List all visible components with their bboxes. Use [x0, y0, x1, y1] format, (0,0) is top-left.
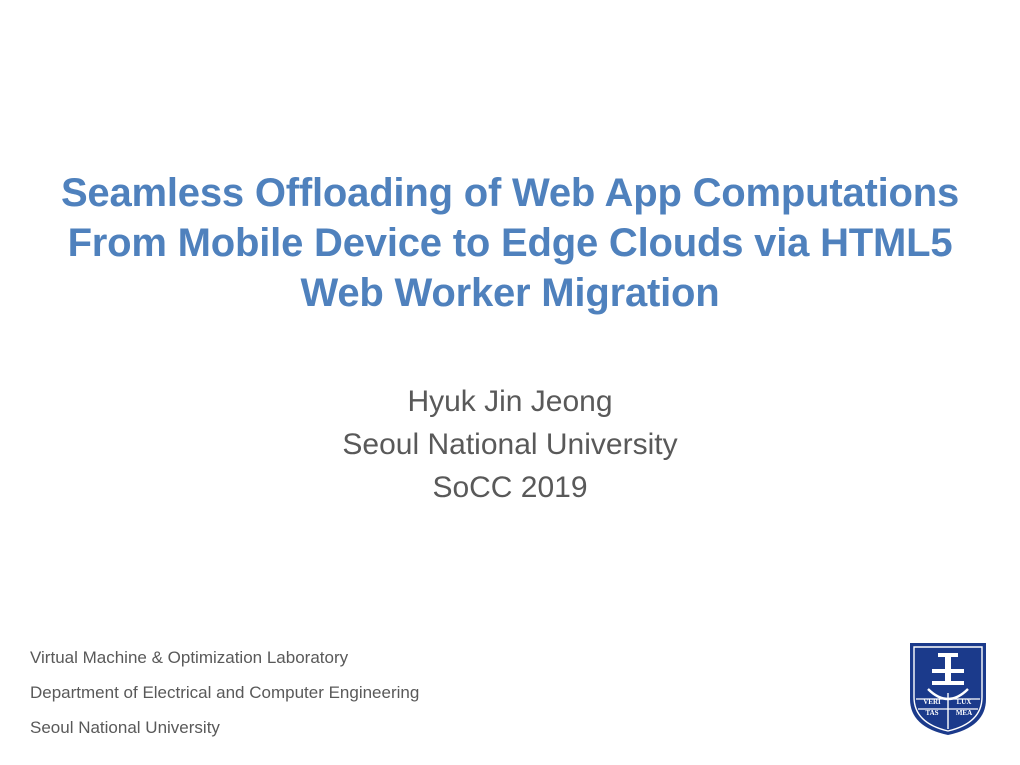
subtitle-block: Hyuk Jin Jeong Seoul National University… [40, 380, 980, 510]
title-slide: Seamless Offloading of Web App Computati… [0, 0, 1020, 765]
affiliation: Seoul National University [40, 423, 980, 466]
svg-text:VERI: VERI [923, 698, 941, 706]
footer-block: Virtual Machine & Optimization Laborator… [30, 640, 419, 745]
university-name: Seoul National University [30, 710, 419, 745]
svg-text:LUX: LUX [957, 698, 972, 706]
svg-text:TAS: TAS [925, 709, 938, 717]
university-logo: VERI LUX TAS MEA [904, 639, 992, 737]
title-block: Seamless Offloading of Web App Computati… [40, 168, 980, 318]
slide-title: Seamless Offloading of Web App Computati… [40, 168, 980, 318]
venue: SoCC 2019 [40, 466, 980, 509]
author-name: Hyuk Jin Jeong [40, 380, 980, 423]
lab-name: Virtual Machine & Optimization Laborator… [30, 640, 419, 675]
snu-emblem-icon: VERI LUX TAS MEA [904, 639, 992, 737]
department-name: Department of Electrical and Computer En… [30, 675, 419, 710]
svg-text:MEA: MEA [956, 709, 972, 717]
